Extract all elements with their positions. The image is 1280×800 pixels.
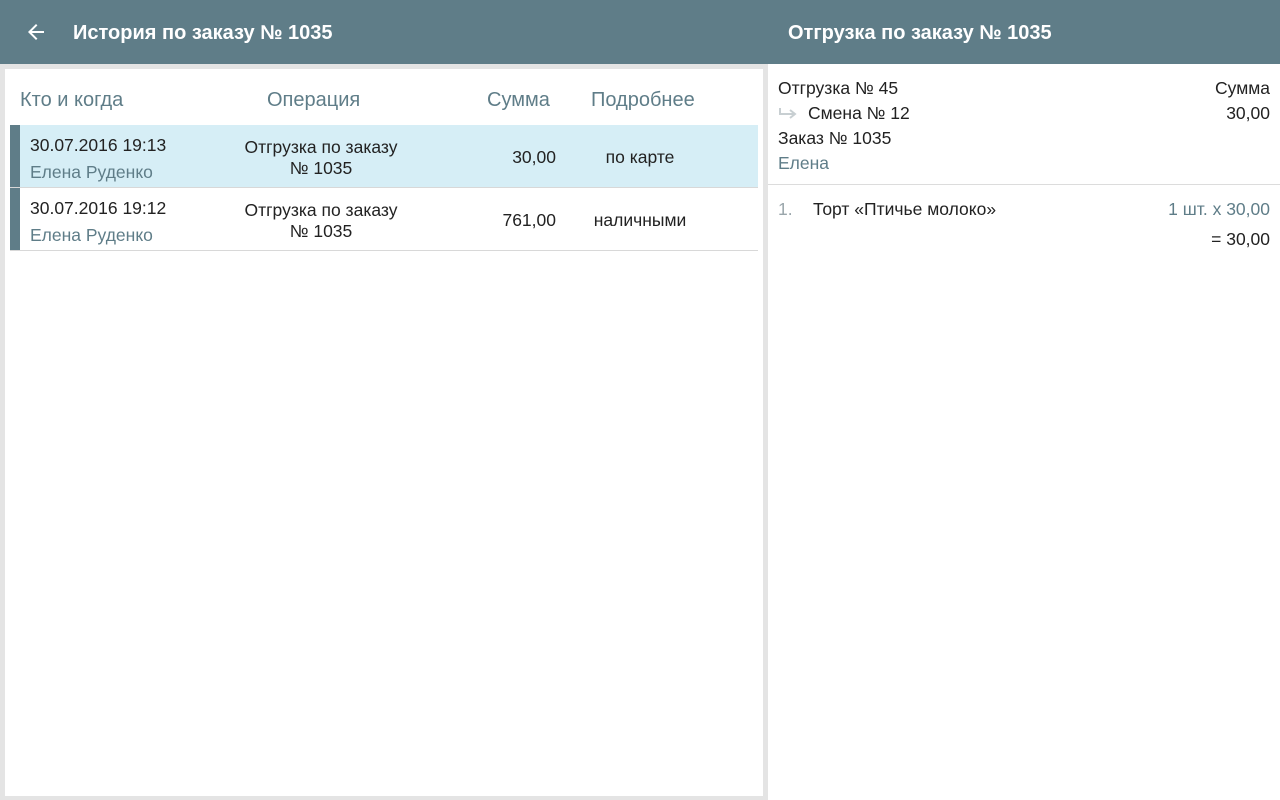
- row-operation-order: № 1035: [289, 158, 353, 178]
- column-header-sum: Сумма: [487, 89, 550, 111]
- history-row-1[interactable]: 30.07.2016 19:13 Елена Руденко Отгрузка …: [10, 125, 758, 188]
- item-total: = 30,00: [1211, 229, 1270, 249]
- row-employee: Елена Руденко: [30, 225, 153, 245]
- row-operation-type: Отгрузка по заказу: [244, 200, 398, 220]
- row-sum: 761,00: [502, 210, 556, 230]
- history-title: История по заказу № 1035: [73, 22, 333, 44]
- app-bar: История по заказу № 1035 Отгрузка по зак…: [0, 0, 1280, 64]
- arrow-left-icon: [28, 24, 44, 40]
- row-datetime: 30.07.2016 19:13: [30, 135, 167, 155]
- row-datetime: 30.07.2016 19:12: [30, 198, 167, 218]
- column-header-details: Подробнее: [591, 89, 695, 111]
- shipment-title: Отгрузка по заказу № 1035: [788, 22, 1052, 44]
- row-detail: по карте: [605, 147, 675, 167]
- divider: [768, 184, 1280, 185]
- row-operation-order: № 1035: [289, 221, 353, 241]
- shipment-number: Отгрузка № 45: [778, 78, 899, 98]
- shipment-panel: Отгрузка № 45 Сумма Смена № 12 30,00 Зак…: [768, 64, 1280, 800]
- column-header-operation: Операция: [267, 89, 361, 111]
- row-marker: [10, 125, 20, 187]
- row-marker: [10, 188, 20, 250]
- order-number: Заказ № 1035: [778, 128, 892, 148]
- row-operation-type: Отгрузка по заказу: [244, 137, 398, 157]
- item-qty-price: 1 шт. x 30,00: [1168, 199, 1270, 219]
- row-employee: Елена Руденко: [30, 162, 153, 182]
- item-index: 1.: [778, 199, 793, 219]
- row-sum: 30,00: [512, 147, 556, 167]
- shipment-sum-label: Сумма: [1215, 78, 1270, 98]
- shipment-sum-value: 30,00: [1226, 103, 1270, 123]
- history-panel: Кто и когда Операция Сумма Подробнее 30.…: [5, 69, 763, 796]
- back-button[interactable]: [18, 14, 54, 50]
- item-name: Торт «Птичье молоко»: [813, 199, 997, 219]
- return-arrow-icon: [779, 108, 797, 119]
- row-operation: Отгрузка по заказу № 1035: [210, 200, 432, 242]
- shipment-employee: Елена: [778, 153, 830, 173]
- shift-number: Смена № 12: [808, 103, 910, 123]
- history-row-2[interactable]: 30.07.2016 19:12 Елена Руденко Отгрузка …: [10, 188, 758, 251]
- column-header-who-when: Кто и когда: [20, 89, 124, 111]
- row-operation: Отгрузка по заказу № 1035: [210, 137, 432, 179]
- row-detail: наличными: [593, 210, 687, 230]
